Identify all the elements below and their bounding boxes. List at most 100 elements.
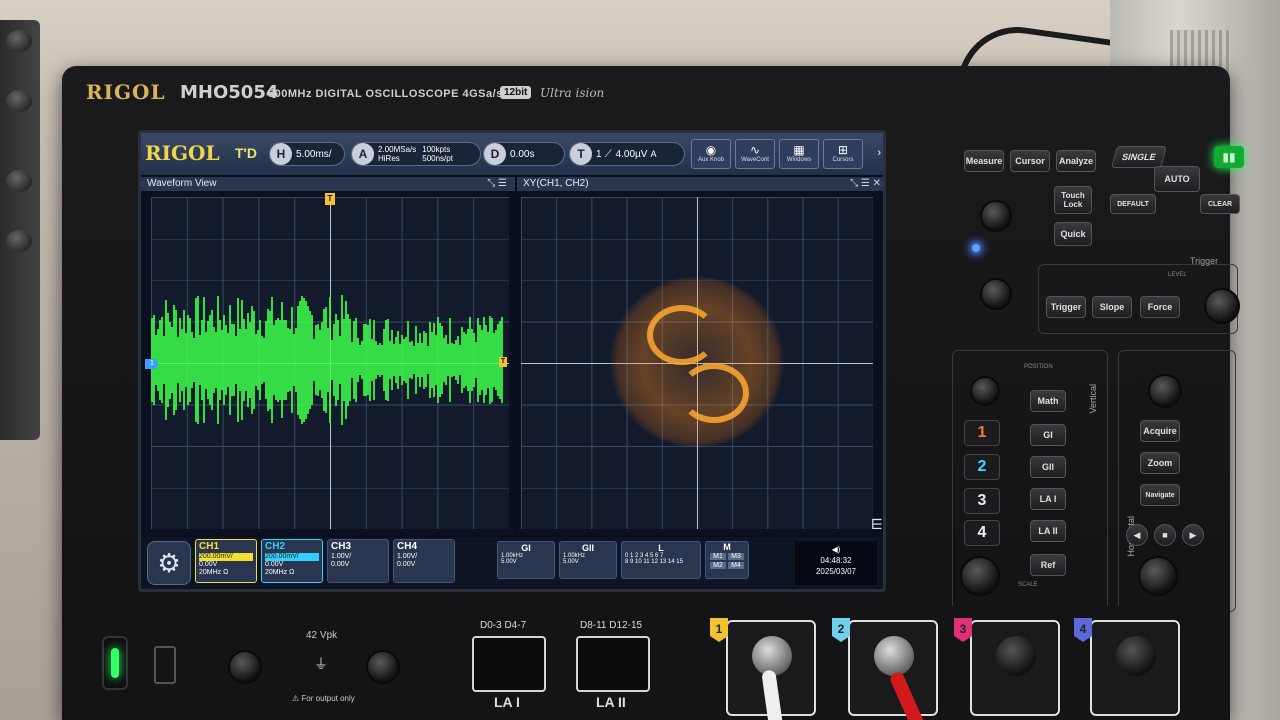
la2-connector[interactable] [576,636,650,692]
delay-value: 0.00s [510,148,535,160]
bits-badge: 12bit [500,86,532,99]
horizontal-scale-knob[interactable] [1138,556,1178,596]
trigger-level: 4.00µV [615,148,648,160]
left-device-knob [6,230,32,252]
zoom-button[interactable]: Zoom [1140,452,1180,474]
xy-view-pane[interactable]: XY(CH1, CH2) ⤡ ☰ ✕ ⋿ [517,177,883,535]
logic-analyzer-box[interactable]: L 0 1 2 3 4 5 6 7 8 9 10 11 12 13 14 15 [621,541,701,579]
power-button[interactable] [102,636,128,690]
trigger-suffix: A [650,149,657,159]
run-stop-button[interactable]: ▮▮ [1214,146,1244,168]
xy-swirl-upper [647,305,717,365]
la1-pins-label: D0-3 D4-7 [480,620,527,631]
generator-gi-box[interactable]: GI 1.00kHz 5.00V [497,541,555,579]
ch1-key[interactable]: 1 [964,420,1000,446]
trigger-pill[interactable]: T 1 ⟋ 4.00µV A [569,142,685,166]
close-icon[interactable]: ⤡ ☰ ✕ [850,177,881,191]
top-status-bar: RIGOL T'D H 5.00ms/ A 2.00MSa/s HiRes 100… [141,133,883,175]
menu-icon[interactable]: ⤡ ☰ [487,177,507,191]
left-device-knob [6,90,32,112]
ref-button[interactable]: Ref [1030,554,1066,576]
single-button[interactable]: SINGLE [1111,146,1167,168]
windows-button[interactable]: ▦ Windows [779,139,819,169]
usb-port[interactable] [154,646,176,684]
trigger-position-marker[interactable]: T [325,193,335,205]
menu-expand-icon[interactable]: ⋿ [871,516,883,533]
aux-bnc-left[interactable] [228,650,262,684]
trigger-button[interactable]: Trigger [1046,296,1086,318]
force-button[interactable]: Force [1140,296,1180,318]
ch4-status-box[interactable]: CH4 1.00V/ 0.00V [393,539,455,583]
ch4-bnc-input[interactable] [1090,620,1180,716]
multipurpose-knob[interactable] [980,200,1012,232]
delay-pill[interactable]: D 0.00s [483,142,565,166]
date-text: 2025/03/07 [815,567,857,576]
status-led [972,244,980,252]
gear-icon[interactable]: ⚙ [147,541,191,585]
level-label: LEVEL [1168,272,1187,278]
trigger-badge: T [570,143,592,165]
oscilloscope: RIGOL MHO5054 500MHz DIGITAL OSCILLOSCOP… [62,66,1244,720]
slope-button[interactable]: Slope [1092,296,1132,318]
analyze-button[interactable]: Analyze [1056,150,1096,172]
chevron-right-icon[interactable]: › [877,147,881,159]
ch1-status-box[interactable]: CH1 200.00mV/ 0.00V 20MHz Ω [195,539,257,583]
ch3-key[interactable]: 3 [964,488,1000,514]
xy-swirl-lower [679,363,749,423]
waveform-view-pane[interactable]: Waveform View ⤡ ☰ T 1 T [141,177,515,535]
horizontal-position-knob[interactable] [1148,374,1182,408]
cursors-button[interactable]: ⊞ Cursors [823,139,863,169]
ch3-bnc-input[interactable] [970,620,1060,716]
generator-gii-box[interactable]: GII 1.00kHz 5.00V [559,541,617,579]
navigate-button[interactable]: Navigate [1140,484,1180,506]
auto-button[interactable]: AUTO [1154,166,1200,192]
bottom-status-bar: ⚙ CH1 200.00mV/ 0.00V 20MHz Ω CH2 200.00… [141,537,883,589]
ch2-bnc-input[interactable] [848,620,938,716]
display-screen[interactable]: RIGOL T'D H 5.00ms/ A 2.00MSa/s HiRes 100… [138,130,886,592]
aux-bnc-right[interactable] [366,650,400,684]
clear-button[interactable]: CLEAR [1200,194,1240,214]
play-forward-button[interactable]: ▶ [1182,524,1204,546]
aux-knob-button[interactable]: ◉ Aux Knob [691,139,731,169]
clock-display[interactable]: ◀) 04:48:32 2025/03/07 [795,541,877,585]
acquire-button[interactable]: Acquire [1140,420,1180,442]
wavecont-button[interactable]: ∿ WaveCont [735,139,775,169]
la1-connector[interactable] [472,636,546,692]
touch-lock-button[interactable]: Touch Lock [1054,186,1092,214]
vertical-label: Vertical [1088,384,1098,414]
trigger-section-label: Trigger [1190,256,1219,266]
gii-button[interactable]: GII [1030,456,1066,478]
screen-logo: RIGOL [145,141,220,165]
ch4-key[interactable]: 4 [964,520,1000,546]
left-device-knob [6,170,32,192]
power-led [111,648,119,678]
la2-button[interactable]: LA II [1030,520,1066,542]
acquire-points: 100kpts [422,145,451,154]
default-button[interactable]: DEFAULT [1110,194,1156,214]
vertical-scale-knob[interactable] [960,556,1000,596]
wave-icon: ∿ [749,143,761,157]
la1-button[interactable]: LA I [1030,488,1066,510]
vertical-position-knob[interactable] [970,376,1000,406]
play-back-button[interactable]: ◀ [1126,524,1148,546]
measure-button[interactable]: Measure [964,150,1004,172]
quick-button[interactable]: Quick [1054,222,1092,246]
time-text: 04:48:32 [820,556,852,565]
delay-badge: D [484,143,506,165]
math-button[interactable]: Math [1030,390,1066,412]
trigger-level-knob[interactable] [1204,288,1240,324]
gi-button[interactable]: GI [1030,424,1066,446]
cursor-icon: ⊞ [837,143,849,157]
td-mode[interactable]: T'D [235,145,257,161]
navigation-knob[interactable] [980,278,1012,310]
stop-button[interactable]: ■ [1154,524,1176,546]
acquire-pill[interactable]: A 2.00MSa/s HiRes 100kpts 500ns/pt [351,142,481,166]
cursor-button[interactable]: Cursor [1010,150,1050,172]
pane-title: Waveform View ⤡ ☰ [141,177,515,191]
math-box[interactable]: M M1 M3 M2 M4 [705,541,749,579]
ch2-status-box[interactable]: CH2 200.00mV/ 0.00V 20MHz Ω [261,539,323,583]
horizontal-scale-pill[interactable]: H 5.00ms/ [269,142,345,166]
trigger-level-marker[interactable]: T [499,357,507,367]
ch2-key[interactable]: 2 [964,454,1000,480]
ch3-status-box[interactable]: CH3 1.00V/ 0.00V [327,539,389,583]
